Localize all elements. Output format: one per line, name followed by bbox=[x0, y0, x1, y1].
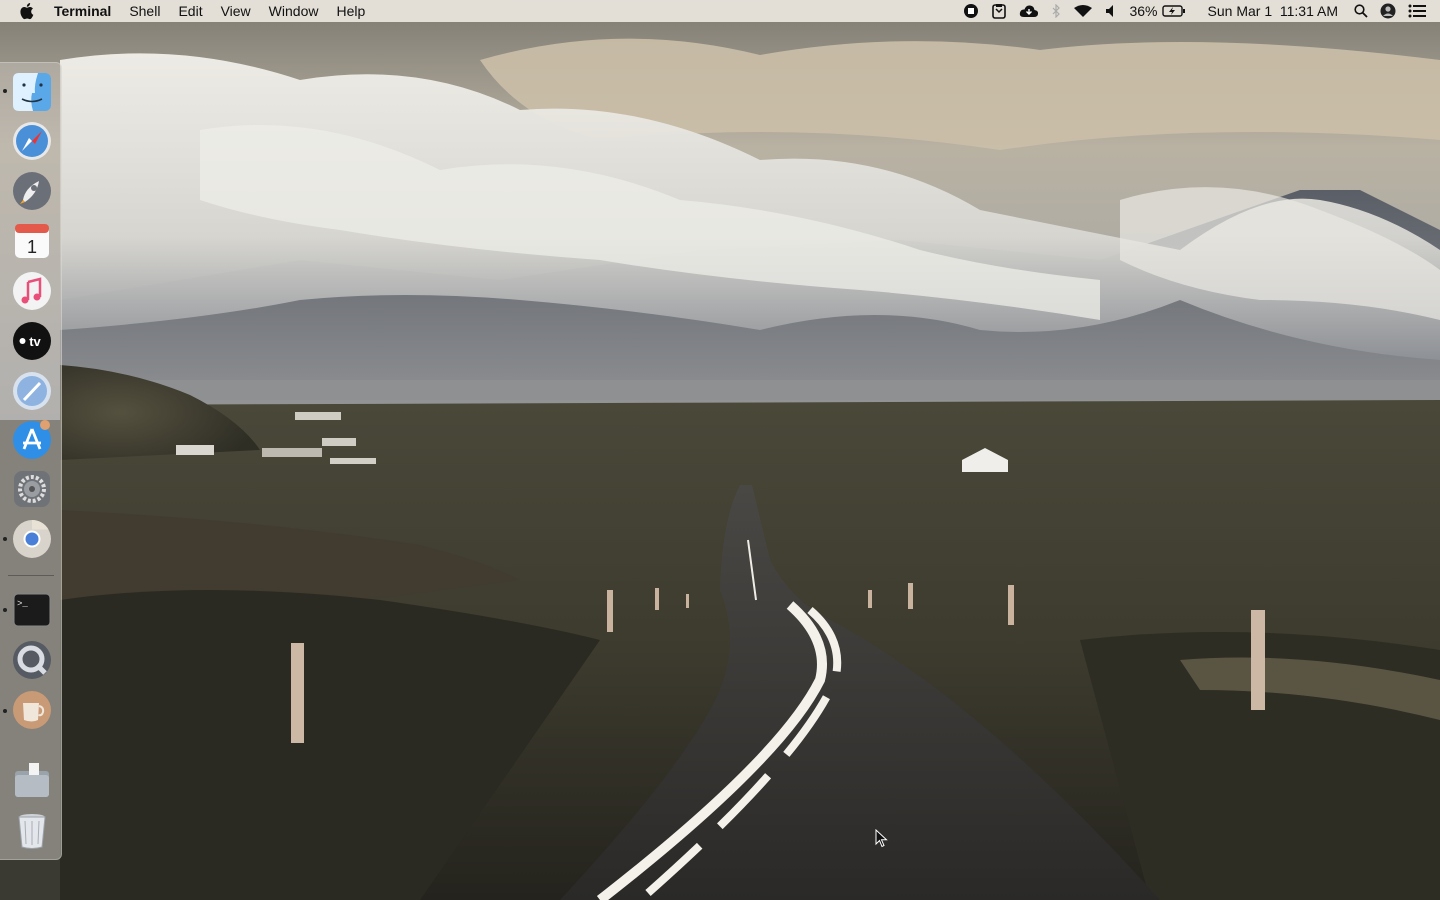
dock-app-store[interactable] bbox=[11, 419, 53, 461]
menu-help[interactable]: Help bbox=[327, 0, 374, 22]
menu-view[interactable]: View bbox=[212, 0, 260, 22]
battery-charging-icon[interactable] bbox=[1161, 0, 1192, 22]
terminal-icon: >_ bbox=[13, 593, 51, 627]
cloud-icon[interactable] bbox=[1013, 0, 1045, 22]
app-menu-terminal[interactable]: Terminal bbox=[45, 0, 120, 22]
menu-shell[interactable]: Shell bbox=[120, 0, 169, 22]
dock-chrome[interactable] bbox=[11, 518, 53, 560]
dock-trash[interactable] bbox=[11, 809, 53, 851]
dock-safari[interactable] bbox=[11, 120, 53, 162]
system-preferences-icon bbox=[14, 471, 50, 507]
dock: 1 tv >_ bbox=[0, 62, 62, 860]
menu-edit[interactable]: Edit bbox=[169, 0, 211, 22]
dock-calendar[interactable]: 1 bbox=[11, 220, 53, 262]
menu-window[interactable]: Window bbox=[260, 0, 328, 22]
menu-bar: Terminal Shell Edit View Window Help 36%… bbox=[0, 0, 1440, 22]
battery-percentage[interactable]: 36% bbox=[1125, 0, 1161, 22]
dock-system-preferences[interactable] bbox=[11, 468, 53, 510]
apple-tv-icon: tv bbox=[13, 322, 51, 360]
apple-menu-icon[interactable] bbox=[17, 0, 39, 22]
running-indicator bbox=[3, 89, 7, 93]
user-avatar-icon[interactable] bbox=[1374, 0, 1402, 22]
bluetooth-icon[interactable] bbox=[1045, 0, 1067, 22]
dock-terminal[interactable]: >_ bbox=[11, 589, 53, 631]
app-store-icon bbox=[13, 420, 51, 459]
dock-quicktime[interactable] bbox=[11, 639, 53, 681]
calendar-icon: 1 bbox=[15, 224, 49, 258]
volume-icon[interactable] bbox=[1099, 0, 1125, 22]
coffee-cup-icon bbox=[13, 691, 51, 729]
chrome-icon bbox=[13, 519, 51, 558]
tv-label: tv bbox=[29, 334, 41, 349]
dock-launchpad[interactable] bbox=[11, 170, 53, 212]
dock-music[interactable] bbox=[11, 270, 53, 312]
running-indicator bbox=[3, 709, 7, 713]
calendar-day: 1 bbox=[27, 237, 37, 257]
notification-center-icon[interactable] bbox=[1402, 0, 1432, 22]
wifi-icon[interactable] bbox=[1067, 0, 1099, 22]
dock-coffee-app[interactable] bbox=[11, 689, 53, 731]
record-stop-icon[interactable] bbox=[957, 0, 985, 22]
feedback-icon bbox=[13, 372, 51, 410]
spotlight-search-icon[interactable] bbox=[1348, 0, 1374, 22]
dock-finder[interactable] bbox=[11, 71, 53, 113]
safari-icon bbox=[13, 122, 51, 160]
launchpad-icon bbox=[13, 172, 51, 210]
finder-icon bbox=[13, 73, 51, 111]
mouse-cursor-icon bbox=[875, 829, 888, 848]
folder-stack-icon bbox=[15, 763, 49, 797]
desktop-wallpaper bbox=[0, 0, 1440, 900]
dock-tv[interactable]: tv bbox=[11, 320, 53, 362]
terminal-prompt: >_ bbox=[17, 599, 28, 609]
menu-clock[interactable]: Sun Mar 1 11:31 AM bbox=[1192, 0, 1348, 22]
running-indicator bbox=[3, 537, 7, 541]
clipboard-icon[interactable] bbox=[985, 0, 1013, 22]
quicktime-icon bbox=[13, 641, 51, 679]
trash-icon bbox=[18, 814, 46, 849]
dock-downloads-folder[interactable] bbox=[11, 759, 53, 801]
running-indicator bbox=[3, 608, 7, 612]
music-icon bbox=[13, 272, 51, 310]
desktop: Terminal Shell Edit View Window Help 36%… bbox=[0, 0, 1440, 900]
dock-separator bbox=[8, 575, 54, 576]
dock-feedback[interactable] bbox=[11, 370, 53, 412]
